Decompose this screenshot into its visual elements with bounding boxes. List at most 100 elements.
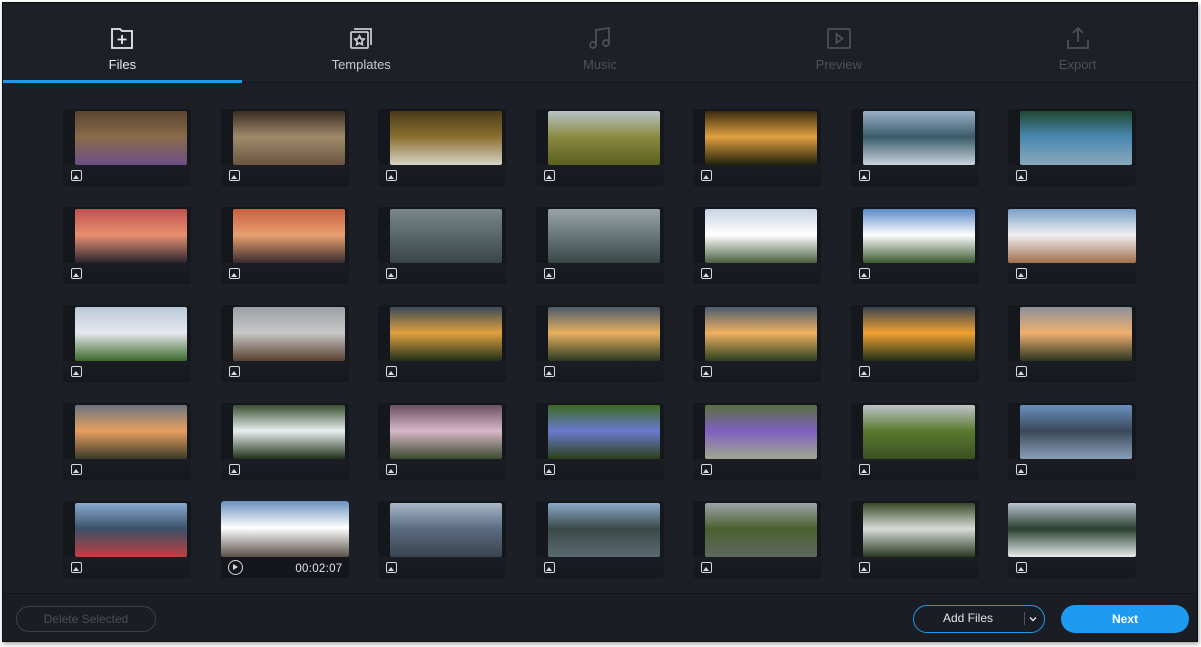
media-thumbnail <box>1008 503 1136 557</box>
media-meta-strip <box>1008 361 1136 382</box>
media-tile-image[interactable] <box>693 305 821 382</box>
media-tile-image[interactable] <box>378 109 506 186</box>
media-thumbnail <box>862 503 975 557</box>
image-icon <box>71 366 82 377</box>
media-meta-strip <box>535 459 664 480</box>
media-tile-image[interactable] <box>378 207 506 284</box>
media-thumbnail <box>232 307 345 361</box>
media-tile-image[interactable] <box>693 501 821 578</box>
media-meta-strip <box>850 361 979 382</box>
media-tile-image[interactable] <box>63 501 191 578</box>
media-tile-image[interactable] <box>535 501 664 578</box>
media-tile-image[interactable] <box>220 207 349 284</box>
media-meta-strip <box>1008 557 1136 578</box>
media-tile-image[interactable] <box>693 403 821 480</box>
media-meta-strip <box>535 165 664 186</box>
media-meta-strip <box>63 263 191 284</box>
media-thumbnail <box>232 405 345 459</box>
step-export[interactable]: Export <box>958 3 1197 82</box>
media-tile-image[interactable] <box>63 305 191 382</box>
file-add-icon <box>111 28 134 49</box>
step-navigation-bar: Files Templates Music Preview Export <box>3 3 1197 83</box>
image-icon <box>701 562 712 573</box>
image-icon <box>386 268 397 279</box>
media-tile-image[interactable] <box>1008 207 1136 284</box>
media-tile-image[interactable] <box>850 501 979 578</box>
step-label: Files <box>108 57 137 72</box>
image-icon <box>1016 562 1027 573</box>
media-tile-image[interactable] <box>1008 403 1136 480</box>
image-icon <box>543 170 555 181</box>
image-icon <box>1016 268 1027 279</box>
step-label: Templates <box>331 57 391 72</box>
media-tile-video[interactable]: 00:02:07 <box>220 501 349 578</box>
media-tile-image[interactable] <box>378 403 506 480</box>
image-icon <box>386 464 397 475</box>
media-tile-image[interactable] <box>220 403 349 480</box>
play-icon <box>227 560 243 575</box>
media-meta-strip <box>850 459 979 480</box>
media-tile-image[interactable] <box>378 501 506 578</box>
media-thumbnail <box>390 405 502 459</box>
image-icon <box>701 268 712 279</box>
image-icon <box>228 366 240 377</box>
media-tile-image[interactable] <box>220 305 349 382</box>
image-icon <box>543 268 555 279</box>
media-meta-strip <box>850 557 979 578</box>
media-tile-image[interactable] <box>535 207 664 284</box>
add-files-label: Add Files <box>942 611 994 625</box>
next-button[interactable]: Next <box>1061 605 1189 633</box>
media-meta-strip <box>850 263 979 284</box>
image-icon <box>71 268 82 279</box>
media-tile-image[interactable] <box>693 109 821 186</box>
media-import-window: Files Templates Music Preview Export 00:… <box>2 2 1198 642</box>
chevron-down-icon[interactable] <box>1029 615 1037 623</box>
media-tile-image[interactable] <box>220 109 349 186</box>
image-icon <box>543 464 555 475</box>
media-tile-image[interactable] <box>850 305 979 382</box>
media-thumbnail <box>75 209 187 263</box>
media-thumbnail <box>220 501 349 557</box>
templates-star-icon <box>350 28 373 49</box>
media-meta-strip <box>220 263 349 284</box>
media-thumbnail <box>862 405 975 459</box>
media-thumbnail <box>862 307 975 361</box>
media-thumbnail <box>862 209 975 263</box>
image-icon <box>858 170 870 181</box>
media-tile-image[interactable] <box>63 403 191 480</box>
media-meta-strip <box>63 165 191 186</box>
media-tile-image[interactable] <box>850 207 979 284</box>
image-icon <box>1016 170 1027 181</box>
media-tile-image[interactable] <box>63 207 191 284</box>
image-icon <box>701 366 712 377</box>
image-icon <box>1016 464 1027 475</box>
step-templates[interactable]: Templates <box>242 3 481 82</box>
step-label: Preview <box>815 57 862 72</box>
media-tile-image[interactable] <box>850 403 979 480</box>
media-tile-image[interactable] <box>1008 305 1136 382</box>
image-icon <box>228 268 240 279</box>
media-tile-image[interactable] <box>535 305 664 382</box>
media-thumbnail <box>1020 405 1132 459</box>
media-tile-image[interactable] <box>1008 501 1136 578</box>
media-thumbnail <box>705 503 817 557</box>
media-thumbnail <box>547 503 660 557</box>
image-icon <box>386 562 397 573</box>
media-meta-strip <box>850 165 979 186</box>
media-tile-image[interactable] <box>1008 109 1136 186</box>
media-tile-image[interactable] <box>535 403 664 480</box>
step-files[interactable]: Files <box>3 3 242 83</box>
step-music[interactable]: Music <box>481 3 720 82</box>
video-duration: 00:02:07 <box>295 563 343 575</box>
delete-selected-button[interactable]: Delete Selected <box>16 606 156 632</box>
media-tile-image[interactable] <box>850 109 979 186</box>
media-tile-image[interactable] <box>693 207 821 284</box>
step-preview[interactable]: Preview <box>719 3 958 82</box>
media-thumbnail <box>862 111 975 165</box>
media-tile-image[interactable] <box>378 305 506 382</box>
media-tile-image[interactable] <box>63 109 191 186</box>
image-icon <box>386 170 397 181</box>
add-files-button[interactable]: Add Files <box>913 605 1045 633</box>
media-thumbnail <box>75 503 187 557</box>
media-tile-image[interactable] <box>535 109 664 186</box>
